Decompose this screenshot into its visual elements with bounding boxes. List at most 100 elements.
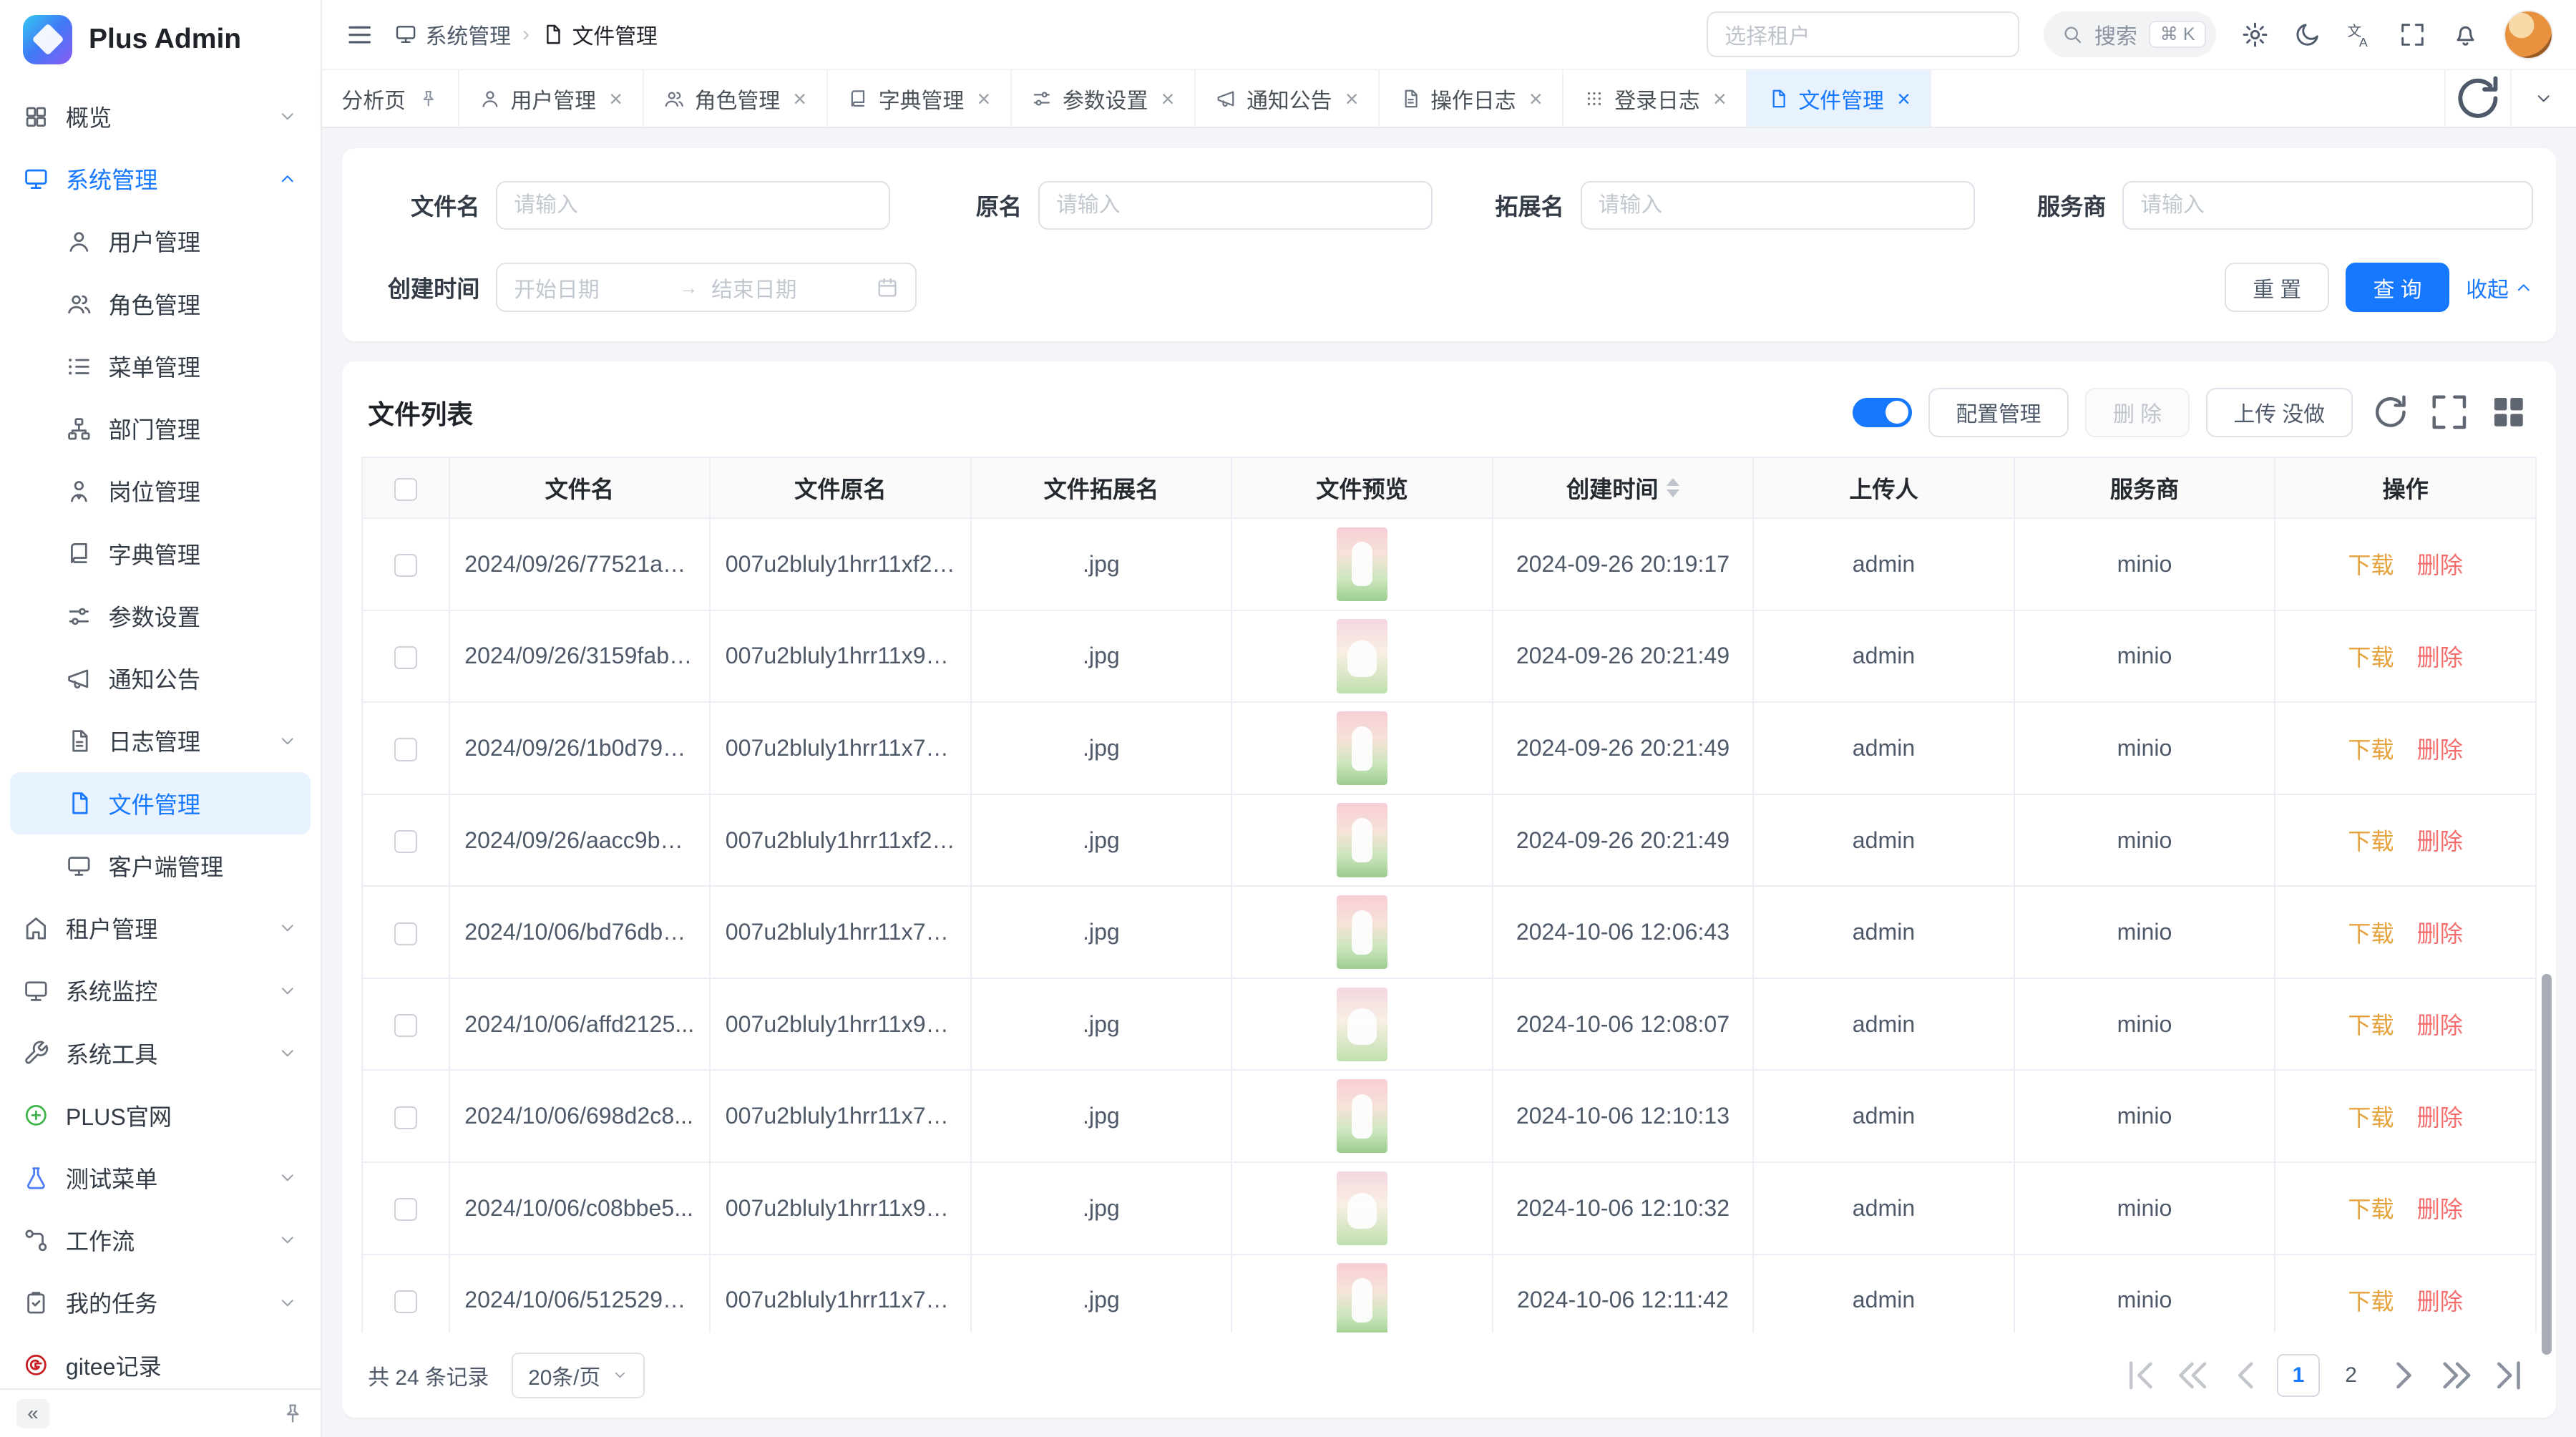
file-preview-image[interactable] bbox=[1337, 988, 1387, 1061]
sidebar-item-tenant-mgmt[interactable]: 租户管理 bbox=[0, 897, 321, 959]
global-search[interactable]: 搜索 ⌘ K bbox=[2044, 11, 2216, 57]
delete-link[interactable]: 删除 bbox=[2417, 1105, 2463, 1131]
close-tab-icon[interactable]: × bbox=[1529, 87, 1543, 110]
download-link[interactable]: 下载 bbox=[2348, 1013, 2394, 1038]
app-logo[interactable]: Plus Admin bbox=[0, 0, 321, 79]
sidebar-item-log-mgmt[interactable]: 日志管理 bbox=[0, 710, 321, 772]
search-panel-toggle[interactable] bbox=[1853, 398, 1912, 427]
file-preview-image[interactable] bbox=[1337, 895, 1387, 969]
sidebar-item-file-mgmt[interactable]: 文件管理 bbox=[10, 772, 311, 834]
close-tab-icon[interactable]: × bbox=[1897, 87, 1911, 110]
sidebar-item-menu-mgmt[interactable]: 菜单管理 bbox=[0, 335, 321, 397]
sidebar-item-my-tasks[interactable]: 我的任务 bbox=[0, 1272, 321, 1334]
next-page-button[interactable] bbox=[2382, 1354, 2425, 1397]
download-link[interactable]: 下载 bbox=[2348, 1289, 2394, 1315]
delete-link[interactable]: 删除 bbox=[2417, 1289, 2463, 1315]
close-tab-icon[interactable]: × bbox=[793, 87, 806, 110]
sidebar-item-system-monitor[interactable]: 系统监控 bbox=[0, 960, 321, 1022]
sidebar-collapse-button[interactable]: « bbox=[16, 1399, 49, 1428]
download-link[interactable]: 下载 bbox=[2348, 1105, 2394, 1131]
row-checkbox[interactable] bbox=[394, 1198, 417, 1221]
file-preview-image[interactable] bbox=[1337, 803, 1387, 877]
page-size-select[interactable]: 20条/页 bbox=[512, 1353, 644, 1398]
page-1-button[interactable]: 1 bbox=[2277, 1354, 2320, 1397]
delete-link[interactable]: 删除 bbox=[2417, 737, 2463, 763]
search-button[interactable]: 查 询 bbox=[2346, 263, 2449, 312]
download-link[interactable]: 下载 bbox=[2348, 829, 2394, 854]
row-checkbox[interactable] bbox=[394, 1106, 417, 1129]
row-checkbox[interactable] bbox=[394, 646, 417, 669]
tab-dict-mgmt[interactable]: 字典管理× bbox=[828, 70, 1012, 127]
delete-link[interactable]: 删除 bbox=[2417, 552, 2463, 578]
column-settings-button[interactable] bbox=[2487, 391, 2530, 434]
tab-user-mgmt[interactable]: 用户管理× bbox=[459, 70, 643, 127]
collapse-filters-link[interactable]: 收起 bbox=[2466, 272, 2533, 303]
download-link[interactable]: 下载 bbox=[2348, 1197, 2394, 1222]
translate-icon[interactable]: 文A bbox=[2346, 21, 2374, 49]
download-link[interactable]: 下载 bbox=[2348, 645, 2394, 671]
sidebar-item-gitee-log[interactable]: gitee记录 bbox=[0, 1334, 321, 1388]
select-all-checkbox[interactable] bbox=[394, 478, 417, 501]
delete-button[interactable]: 删 除 bbox=[2085, 388, 2189, 437]
sidebar-item-overview[interactable]: 概览 bbox=[0, 85, 321, 147]
tab-login-log[interactable]: 登录日志× bbox=[1563, 70, 1747, 127]
refresh-table-button[interactable] bbox=[2369, 391, 2412, 434]
file-preview-image[interactable] bbox=[1337, 1171, 1387, 1245]
prev-page-button[interactable] bbox=[2225, 1354, 2268, 1397]
refresh-page-button[interactable] bbox=[2444, 70, 2510, 127]
pin-icon[interactable] bbox=[281, 1402, 304, 1425]
date-range-input[interactable]: 开始日期 → 结束日期 bbox=[496, 263, 917, 312]
tenant-select[interactable]: 选择租户 bbox=[1707, 11, 2019, 57]
delete-link[interactable]: 删除 bbox=[2417, 829, 2463, 854]
sidebar-item-system-mgmt[interactable]: 系统管理 bbox=[0, 148, 321, 210]
tab-notice[interactable]: 通知公告× bbox=[1196, 70, 1380, 127]
row-checkbox[interactable] bbox=[394, 738, 417, 761]
config-management-button[interactable]: 配置管理 bbox=[1928, 388, 2069, 437]
tab-role-mgmt[interactable]: 角色管理× bbox=[644, 70, 828, 127]
hamburger-menu-icon[interactable] bbox=[345, 20, 374, 49]
sidebar-item-post-mgmt[interactable]: 岗位管理 bbox=[0, 460, 321, 522]
column-header[interactable]: 创建时间 bbox=[1493, 457, 1754, 518]
row-checkbox[interactable] bbox=[394, 1290, 417, 1313]
row-checkbox[interactable] bbox=[394, 1014, 417, 1037]
tab-op-log[interactable]: 操作日志× bbox=[1380, 70, 1563, 127]
file-preview-image[interactable] bbox=[1337, 1079, 1387, 1153]
fullscreen-icon[interactable] bbox=[2399, 21, 2426, 49]
sidebar-item-client-mgmt[interactable]: 客户端管理 bbox=[0, 834, 321, 897]
first-page-button[interactable] bbox=[2119, 1354, 2162, 1397]
sidebar-item-role-mgmt[interactable]: 角色管理 bbox=[0, 273, 321, 335]
delete-link[interactable]: 删除 bbox=[2417, 1197, 2463, 1222]
tab-menu-button[interactable] bbox=[2510, 70, 2576, 127]
sidebar-item-plus-site[interactable]: PLUS官网 bbox=[0, 1084, 321, 1146]
row-checkbox[interactable] bbox=[394, 830, 417, 853]
sidebar-item-system-tools[interactable]: 系统工具 bbox=[0, 1022, 321, 1084]
delete-link[interactable]: 删除 bbox=[2417, 645, 2463, 671]
user-avatar[interactable] bbox=[2504, 10, 2553, 59]
breadcrumb-item-system-mgmt[interactable]: 系统管理 bbox=[394, 19, 511, 50]
file-preview-image[interactable] bbox=[1337, 1263, 1387, 1333]
jump-forward-button[interactable] bbox=[2435, 1354, 2478, 1397]
sidebar-item-param-settings[interactable]: 参数设置 bbox=[0, 585, 321, 647]
pin-icon[interactable] bbox=[419, 89, 439, 109]
sidebar-item-notice[interactable]: 通知公告 bbox=[0, 647, 321, 709]
reset-button[interactable]: 重 置 bbox=[2225, 263, 2328, 312]
jump-back-button[interactable] bbox=[2172, 1354, 2215, 1397]
sidebar-item-dept-mgmt[interactable]: 部门管理 bbox=[0, 398, 321, 460]
page-2-button[interactable]: 2 bbox=[2330, 1354, 2373, 1397]
download-link[interactable]: 下载 bbox=[2348, 737, 2394, 763]
provider-input[interactable] bbox=[2122, 181, 2533, 230]
close-tab-icon[interactable]: × bbox=[1713, 87, 1727, 110]
sidebar-item-test-menu[interactable]: 测试菜单 bbox=[0, 1146, 321, 1209]
close-tab-icon[interactable]: × bbox=[1345, 87, 1359, 110]
close-tab-icon[interactable]: × bbox=[609, 87, 623, 110]
download-link[interactable]: 下载 bbox=[2348, 552, 2394, 578]
breadcrumb-item-file-mgmt[interactable]: 文件管理 bbox=[541, 19, 658, 50]
delete-link[interactable]: 删除 bbox=[2417, 1013, 2463, 1038]
download-link[interactable]: 下载 bbox=[2348, 921, 2394, 947]
sidebar-item-dict-mgmt[interactable]: 字典管理 bbox=[0, 522, 321, 585]
delete-link[interactable]: 删除 bbox=[2417, 921, 2463, 947]
tab-analysis[interactable]: 分析页 bbox=[322, 70, 459, 127]
sidebar-item-user-mgmt[interactable]: 用户管理 bbox=[0, 210, 321, 273]
sort-icon[interactable] bbox=[1667, 478, 1679, 497]
dark-mode-icon[interactable] bbox=[2293, 21, 2321, 49]
